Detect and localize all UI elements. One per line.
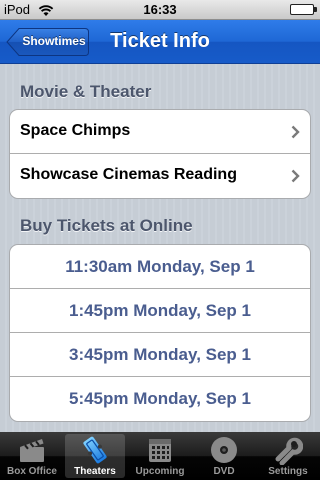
section-header-buy-tickets: Buy Tickets at Online (20, 216, 193, 235)
showtime-label: 1:45pm Monday, Sep 1 (68, 301, 251, 320)
showtime-label: 3:45pm Monday, Sep 1 (68, 345, 251, 364)
tab-label: Settings (268, 466, 308, 477)
tab-theaters[interactable]: Theaters (65, 434, 125, 478)
battery-icon (290, 4, 314, 15)
showtime-row[interactable]: 11:30am Monday, Sep 1 (10, 245, 310, 289)
navigation-bar: Showtimes Ticket Info (0, 20, 320, 64)
status-bar: iPod 16:33 (0, 0, 320, 20)
disc-icon (211, 437, 237, 463)
back-button-label: Showtimes (22, 34, 86, 48)
tab-settings[interactable]: Settings (258, 434, 318, 478)
theater-name: Showcase Cinemas Reading (20, 166, 237, 183)
showtime-row[interactable]: 1:45pm Monday, Sep 1 (10, 289, 310, 333)
chevron-right-icon (291, 169, 300, 183)
movie-title: Space Chimps (20, 122, 131, 139)
status-time: 16:33 (143, 2, 177, 17)
tab-box-office[interactable]: Box Office (2, 434, 62, 478)
battery-nub (314, 7, 317, 12)
tab-label: Box Office (6, 466, 57, 477)
showtime-label: 11:30am Monday, Sep 1 (65, 257, 255, 276)
theater-row[interactable]: Showcase Cinemas Reading (10, 154, 310, 198)
movie-theater-group: Space Chimps Showcase Cinemas Reading (9, 109, 311, 199)
tab-label: Upcoming (135, 466, 185, 477)
back-button[interactable]: Showtimes (6, 27, 90, 57)
showtime-row[interactable]: 5:45pm Monday, Sep 1 (10, 377, 310, 421)
showtime-row[interactable]: 3:45pm Monday, Sep 1 (10, 333, 310, 377)
tab-bar: Box Office Theaters Upcoming DVD Setting… (0, 432, 320, 480)
chevron-right-icon (291, 125, 300, 139)
ticket-icon (83, 436, 107, 464)
movie-row[interactable]: Space Chimps (10, 110, 310, 154)
tab-label: DVD (213, 466, 235, 477)
tab-label: Theaters (74, 466, 116, 477)
wrench-icon (275, 437, 303, 465)
tab-dvd[interactable]: DVD (194, 434, 254, 478)
clapperboard-icon (20, 439, 44, 462)
section-header-movie-theater: Movie & Theater (20, 82, 152, 101)
page-title: Ticket Info (110, 30, 210, 52)
showtime-label: 5:45pm Monday, Sep 1 (68, 389, 251, 408)
tab-upcoming[interactable]: Upcoming (130, 434, 190, 478)
showtimes-group: 11:30am Monday, Sep 1 1:45pm Monday, Sep… (9, 244, 311, 422)
calendar-icon (149, 439, 171, 462)
content-area: Movie & Theater Space Chimps Showcase Ci… (0, 64, 320, 432)
